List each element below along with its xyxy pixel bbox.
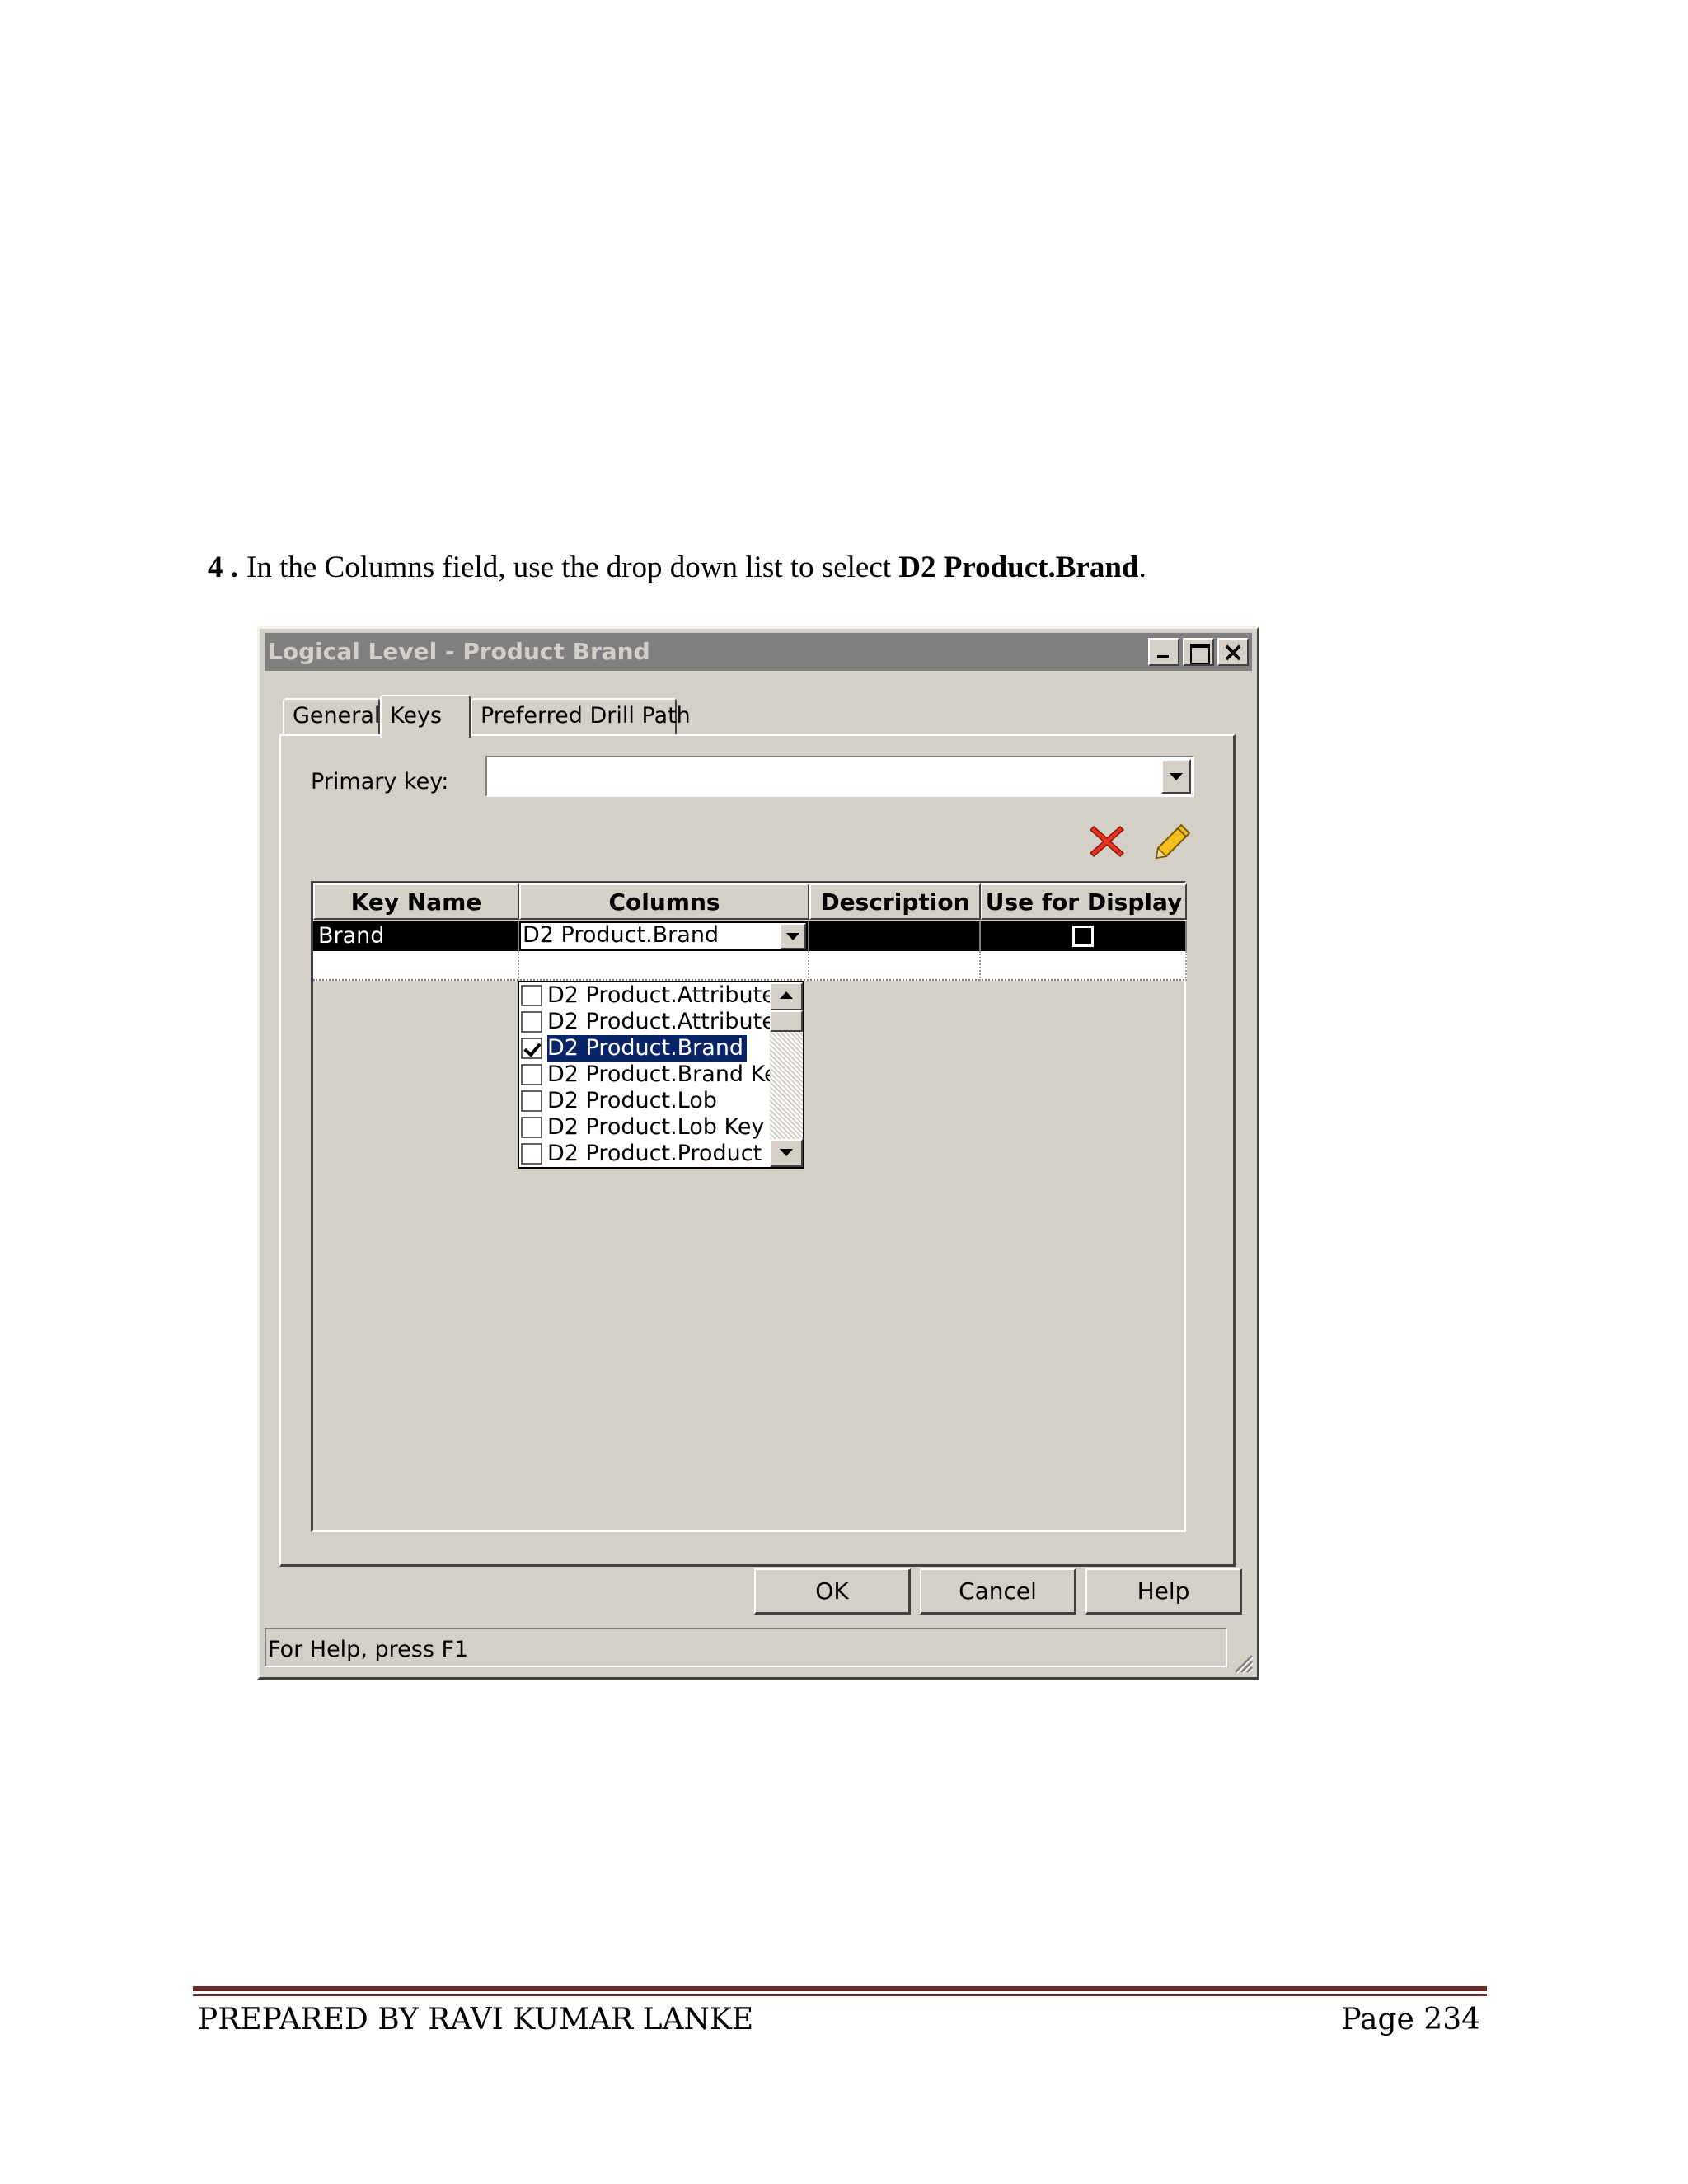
list-item[interactable]: D2 Product.Product (519, 1141, 771, 1167)
item-label: D2 Product.Attribute 1 (547, 982, 771, 1008)
cancel-button[interactable]: Cancel (920, 1568, 1076, 1615)
header-columns[interactable]: Columns (519, 883, 809, 920)
tab-preferred-drill-path[interactable]: Preferred Drill Path (471, 698, 691, 734)
dropdown-items: D2 Product.Attribute 1 D2 Product.Attrib… (519, 982, 771, 1167)
list-item[interactable]: D2 Product.Brand Key (519, 1062, 771, 1088)
tab-general-label: General (293, 703, 381, 729)
item-checkbox[interactable] (521, 1143, 542, 1165)
columns-combo[interactable]: D2 Product.Brand (521, 923, 806, 949)
help-button[interactable]: Help (1085, 1568, 1242, 1615)
empty-cell[interactable] (313, 951, 519, 981)
footer-rule-thin (193, 1994, 1487, 1996)
columns-dropdown-button[interactable] (780, 923, 806, 949)
item-label: D2 Product.Brand (546, 1035, 748, 1062)
tab-keys[interactable]: Keys (380, 695, 471, 738)
item-label: D2 Product.Attribute 2 (547, 1009, 771, 1034)
empty-cell[interactable] (809, 951, 981, 981)
window-controls: × (1148, 636, 1249, 668)
header-key-name[interactable]: Key Name (313, 883, 519, 920)
table-row-empty[interactable] (313, 951, 1187, 981)
item-label: D2 Product.Brand Key (547, 1062, 771, 1087)
close-icon: × (1221, 636, 1245, 668)
instruction-end: . (1138, 551, 1146, 584)
keys-grid: Key Name Columns Description Use for Dis… (311, 881, 1187, 1532)
delete-x-icon[interactable] (1087, 822, 1127, 861)
logical-level-dialog: Logical Level - Product Brand × General … (257, 626, 1259, 1680)
item-checkbox[interactable] (521, 1090, 542, 1112)
primary-key-label: Primary key: (311, 769, 448, 794)
empty-cell[interactable] (981, 951, 1187, 981)
item-label: D2 Product.Product (547, 1141, 762, 1166)
primary-key-label-text: Primary key: (311, 769, 449, 794)
status-text: For Help, press F1 (268, 1637, 469, 1662)
scroll-thumb[interactable] (770, 1010, 803, 1032)
primary-key-combo[interactable] (485, 756, 1194, 797)
list-item[interactable]: D2 Product.Attribute 1 (519, 982, 771, 1009)
keys-panel: Primary key: Key Name Columns Descriptio… (279, 734, 1236, 1567)
item-label: D2 Product.Lob (547, 1088, 717, 1113)
tab-keys-label: Keys (390, 703, 443, 729)
primary-key-dropdown-button[interactable] (1161, 759, 1191, 794)
item-checkbox[interactable] (521, 1117, 542, 1138)
empty-cell[interactable] (519, 951, 809, 981)
instruction-bold: D2 Product.Brand (898, 551, 1139, 584)
page-number: Page 234 (1341, 2003, 1480, 2036)
item-checkbox[interactable] (521, 1064, 542, 1085)
instruction-text: 4 . In the Columns field, use the drop do… (208, 548, 1146, 588)
ok-button[interactable]: OK (754, 1568, 911, 1615)
columns-dropdown-list[interactable]: D2 Product.Attribute 1 D2 Product.Attrib… (518, 981, 804, 1169)
cell-use-for-display[interactable] (981, 921, 1187, 951)
cell-description[interactable] (809, 921, 981, 951)
scroll-up-button[interactable] (770, 982, 803, 1010)
cell-key-name[interactable]: Brand (313, 921, 519, 951)
status-bar: For Help, press F1 (265, 1628, 1227, 1667)
maximize-button[interactable] (1183, 638, 1214, 666)
item-label: D2 Product.Lob Key (547, 1114, 765, 1140)
dialog-title: Logical Level - Product Brand (268, 638, 650, 665)
instruction-body: In the Columns field, use the drop down … (246, 551, 892, 584)
step-number: 4 . (208, 551, 238, 584)
tab-general[interactable]: General (283, 698, 380, 734)
list-item-selected[interactable]: D2 Product.Brand (519, 1035, 771, 1062)
footer-author: PREPARED BY RAVI KUMAR LANKE (198, 2003, 754, 2036)
footer-rule (193, 1986, 1487, 1991)
item-checkbox[interactable] (521, 985, 542, 1006)
minimize-button[interactable] (1148, 638, 1179, 666)
use-for-display-checkbox[interactable] (1072, 926, 1094, 947)
resize-grip-icon[interactable] (1231, 1651, 1254, 1674)
list-item[interactable]: D2 Product.Attribute 2 (519, 1009, 771, 1035)
header-description[interactable]: Description (809, 883, 981, 920)
edit-pencil-icon[interactable] (1153, 822, 1193, 861)
item-checkbox[interactable] (521, 1011, 542, 1033)
tab-preferred-drill-path-label: Preferred Drill Path (481, 703, 691, 729)
grid-header: Key Name Columns Description Use for Dis… (313, 883, 1187, 920)
header-use-for-display[interactable]: Use for Display (981, 883, 1187, 920)
dropdown-scrollbar[interactable] (770, 982, 803, 1167)
list-item[interactable]: D2 Product.Lob Key (519, 1114, 771, 1141)
columns-combo-value: D2 Product.Brand (523, 922, 720, 948)
close-button[interactable]: × (1217, 636, 1249, 668)
scroll-down-button[interactable] (770, 1139, 803, 1167)
item-checkbox-checked[interactable] (521, 1038, 542, 1059)
table-row[interactable]: Brand D2 Product.Brand (313, 921, 1187, 951)
title-bar: Logical Level - Product Brand × (265, 633, 1252, 671)
cell-columns[interactable]: D2 Product.Brand (519, 921, 809, 951)
list-item[interactable]: D2 Product.Lob (519, 1088, 771, 1114)
